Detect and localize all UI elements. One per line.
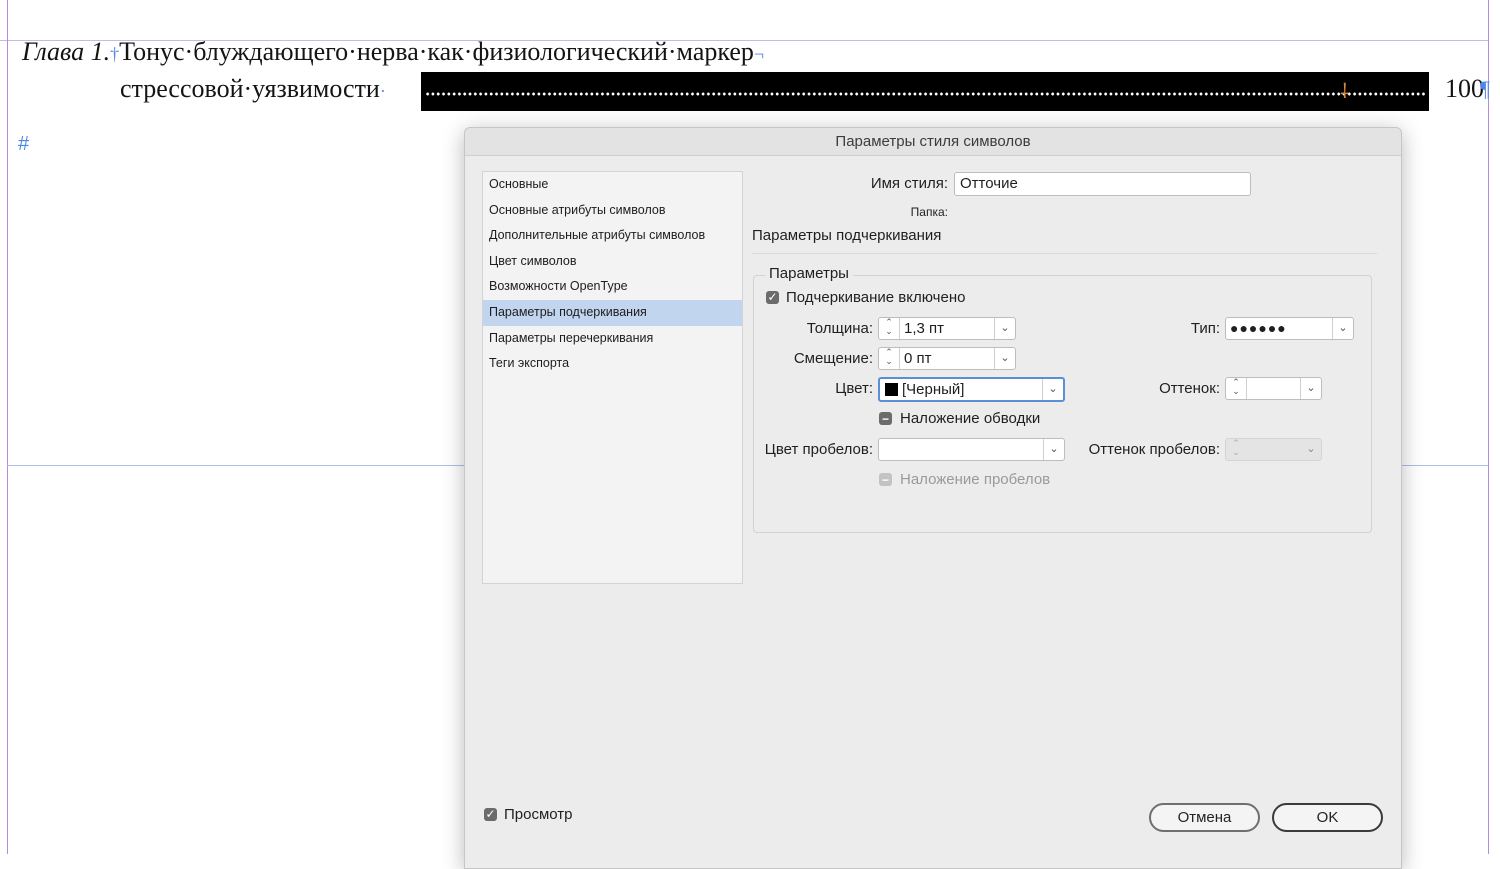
chapter-label: Глава 1. xyxy=(22,37,111,66)
overprint-gap-label: Наложение пробелов xyxy=(900,471,1051,488)
category-opentype-features[interactable]: Возможности OpenType xyxy=(483,274,742,300)
weight-combo[interactable]: ⌃ ⌄ 1,3 пт ⌄ xyxy=(878,317,1016,340)
folder-label: Папка: xyxy=(910,205,948,219)
toc-entry-line2[interactable]: стрессовой·уязвимости· xyxy=(120,74,386,104)
color-value: [Черный] xyxy=(902,381,965,398)
right-indent-tab-icon: ⸸ xyxy=(1340,81,1350,103)
margin-guide-right xyxy=(1488,0,1489,854)
overprint-stroke-checkbox[interactable]: − xyxy=(879,412,892,426)
gap-color-combo[interactable]: ⌄ xyxy=(878,438,1065,461)
chevron-down-icon[interactable]: ⌄ xyxy=(1300,378,1321,399)
offset-value: 0 пт xyxy=(904,350,932,367)
style-name-label: Имя стиля: xyxy=(870,175,948,192)
section-title: Параметры подчеркивания xyxy=(752,227,942,244)
end-of-story-icon: # xyxy=(18,133,30,155)
pilcrow-icon: ¶ xyxy=(1480,76,1490,101)
underline-on-label: Подчеркивание включено xyxy=(786,289,966,306)
toc-entry-line1[interactable]: Глава 1.†Тонус·блуждающего·нерва·как·физ… xyxy=(22,37,764,67)
type-value: ●●●●●● xyxy=(1230,320,1287,336)
character-style-options-dialog: Параметры стиля символов Основные Основн… xyxy=(464,127,1402,869)
tint-combo[interactable]: ⌃ ⌄ ⌄ xyxy=(1225,377,1322,400)
cancel-button[interactable]: Отмена xyxy=(1149,803,1260,832)
category-character-color[interactable]: Цвет символов xyxy=(483,249,742,275)
chevron-down-icon[interactable]: ⌄ xyxy=(1301,439,1321,460)
overprint-stroke-label: Наложение обводки xyxy=(900,410,1041,427)
chevron-down-icon[interactable]: ⌄ xyxy=(1332,318,1353,339)
style-name-input[interactable]: Отточие xyxy=(954,172,1251,196)
category-export-tagging[interactable]: Теги экспорта xyxy=(483,351,742,377)
checkmark-icon: ✓ xyxy=(767,290,778,304)
color-label: Цвет: xyxy=(835,380,873,397)
preview-checkbox[interactable]: ✓ xyxy=(484,807,497,821)
category-strikethrough-options[interactable]: Параметры перечеркивания xyxy=(483,326,742,352)
weight-label: Толщина: xyxy=(806,320,873,337)
gap-tint-label: Оттенок пробелов: xyxy=(1088,441,1220,458)
margin-guide-left xyxy=(7,0,8,854)
tab-marker-icon: † xyxy=(110,44,120,64)
dialog-title: Параметры стиля символов xyxy=(465,128,1401,156)
chevron-down-icon[interactable]: ⌄ xyxy=(1043,439,1064,460)
chapter-title-line2: стрессовой·уязвимости xyxy=(120,74,380,103)
color-swatch xyxy=(885,383,898,396)
offset-stepper[interactable]: ⌃ ⌄ xyxy=(879,348,900,369)
preview-label: Просмотр xyxy=(504,806,573,823)
dash-icon: − xyxy=(881,473,889,487)
dot-leader-selection[interactable]: ⸸ xyxy=(421,72,1429,111)
type-combo[interactable]: ●●●●●● ⌄ xyxy=(1225,317,1354,340)
options-group xyxy=(753,275,1372,533)
weight-value: 1,3 пт xyxy=(904,320,945,337)
dash-icon: − xyxy=(881,412,889,426)
gap-tint-stepper[interactable]: ⌃ ⌄ xyxy=(1226,439,1246,460)
ok-button[interactable]: OK xyxy=(1272,803,1383,832)
line-break-icon: ¬ xyxy=(753,44,765,64)
color-combo[interactable]: [Черный] ⌄ xyxy=(878,377,1065,402)
dot-leader xyxy=(425,92,1425,96)
offset-label: Смещение: xyxy=(793,350,873,367)
section-divider xyxy=(752,253,1377,254)
category-underline-options[interactable]: Параметры подчеркивания xyxy=(483,299,742,326)
category-list[interactable]: Основные Основные атрибуты символов Допо… xyxy=(482,171,743,584)
category-advanced-character-formats[interactable]: Дополнительные атрибуты символов xyxy=(483,223,742,249)
tint-stepper[interactable]: ⌃ ⌄ xyxy=(1226,378,1247,399)
page-number: 100 xyxy=(1445,74,1484,103)
checkmark-icon: ✓ xyxy=(485,807,496,821)
chapter-title-line1: Тонус·блуждающего·нерва·как·физиологичес… xyxy=(119,37,754,66)
weight-stepper[interactable]: ⌃ ⌄ xyxy=(879,318,900,339)
overprint-gap-checkbox[interactable]: − xyxy=(879,473,892,487)
chevron-down-icon[interactable]: ⌄ xyxy=(994,318,1015,339)
type-label: Тип: xyxy=(1190,320,1220,337)
underline-on-checkbox[interactable]: ✓ xyxy=(766,290,779,304)
tint-label: Оттенок: xyxy=(1159,380,1220,397)
category-basic-character-formats[interactable]: Основные атрибуты символов xyxy=(483,198,742,224)
options-group-label: Параметры xyxy=(765,265,853,282)
offset-combo[interactable]: ⌃ ⌄ 0 пт ⌄ xyxy=(878,347,1016,370)
gap-tint-combo[interactable]: ⌃ ⌄ ⌄ xyxy=(1225,438,1322,461)
chevron-down-icon[interactable]: ⌄ xyxy=(1042,379,1063,400)
forced-break-icon: · xyxy=(379,81,386,101)
category-general[interactable]: Основные xyxy=(483,172,742,198)
gap-color-label: Цвет пробелов: xyxy=(764,441,873,458)
chevron-down-icon[interactable]: ⌄ xyxy=(994,348,1015,369)
